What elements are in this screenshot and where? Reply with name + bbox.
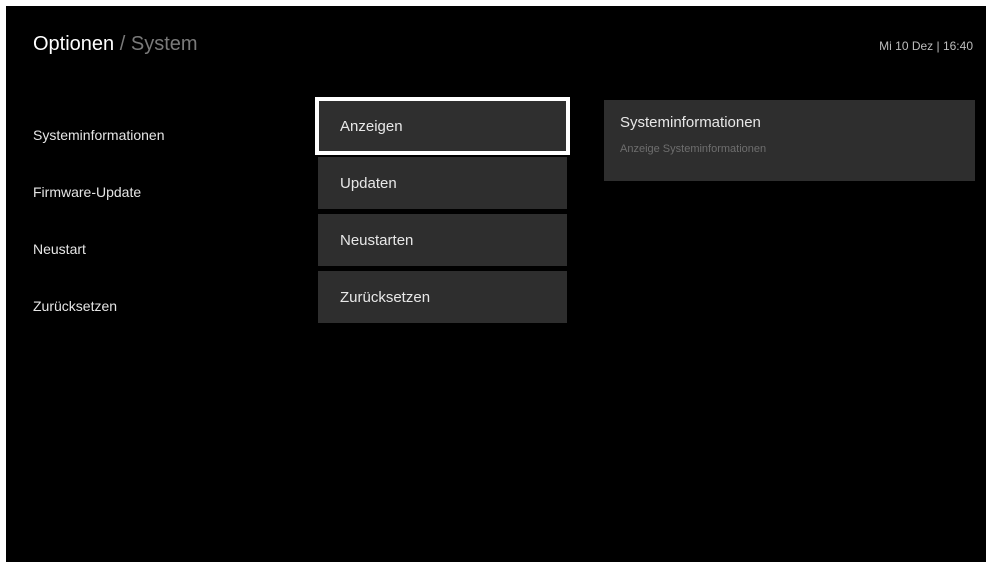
reset-button[interactable]: Zurücksetzen: [318, 271, 567, 323]
update-button[interactable]: Updaten: [318, 157, 567, 209]
menu-item-zuruecksetzen[interactable]: Zurücksetzen: [33, 277, 293, 334]
info-panel-title: Systeminformationen: [620, 114, 761, 131]
show-button[interactable]: Anzeigen: [315, 97, 570, 155]
page-title: Optionen / System: [33, 32, 198, 56]
title-separator: /: [119, 33, 126, 55]
menu-item-firmware-update[interactable]: Firmware-Update: [33, 163, 293, 220]
tv-screen: Optionen / System Mi 10 Dez | 16:40 Syst…: [6, 6, 986, 562]
title-system: System: [130, 33, 198, 55]
action-buttons: Anzeigen Updaten Neustarten Zurücksetzen: [315, 97, 570, 328]
menu-item-systeminformationen[interactable]: Systeminformationen: [33, 106, 293, 163]
info-panel: Systeminformationen Anzeige Systeminform…: [604, 100, 975, 181]
menu-item-neustart[interactable]: Neustart: [33, 220, 293, 277]
left-menu: Systeminformationen Firmware-Update Neus…: [33, 106, 293, 334]
title-options: Optionen: [33, 33, 115, 55]
clock-display: Mi 10 Dez | 16:40: [879, 39, 973, 53]
info-panel-description: Anzeige Systeminformationen: [620, 143, 767, 155]
restart-button[interactable]: Neustarten: [318, 214, 567, 266]
